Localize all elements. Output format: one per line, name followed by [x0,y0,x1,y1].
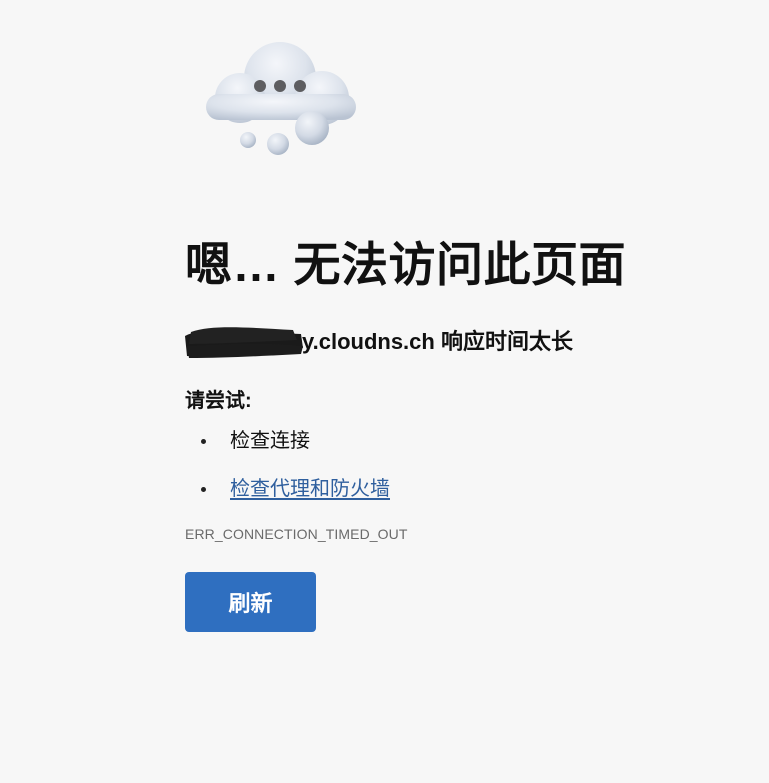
suggestion-check-proxy-firewall: 检查代理和防火墙 [185,477,745,501]
error-subtitle: y.cloudns.ch 响应时间太长 [185,327,745,358]
bullet-icon [201,439,206,444]
try-heading: 请尝试: [185,390,252,412]
refresh-button[interactable]: 刷新 [185,572,316,632]
page-title: 嗯… 无法访问此页面 [185,238,627,291]
suggestion-check-connection: 检查连接 [185,429,745,453]
timeout-message: 响应时间太长 [434,329,573,354]
redacted-host-mark [185,327,303,358]
host-suffix: y.cloudns.ch [302,329,435,354]
cloud-with-dots-icon [206,42,356,155]
suggestion-label: 检查连接 [230,430,310,452]
error-content: 嗯… 无法访问此页面 y.cloudns.ch 响应时间太长 请尝试: 检查连接… [185,232,745,632]
bullet-icon [201,487,206,492]
check-proxy-firewall-link[interactable]: 检查代理和防火墙 [230,478,390,500]
error-code: ERR_CONNECTION_TIMED_OUT [185,526,408,542]
suggestion-list: 检查连接 检查代理和防火墙 [185,429,745,501]
